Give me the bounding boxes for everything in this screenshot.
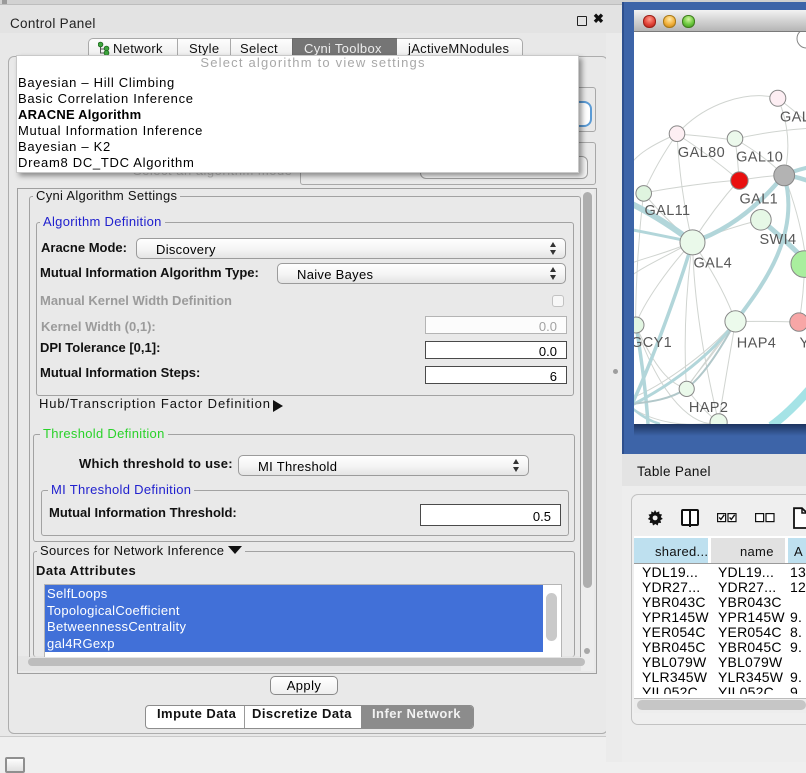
- svg-text:GAL7: GAL7: [780, 110, 806, 126]
- svg-text:GCY1: GCY1: [634, 335, 672, 351]
- svg-text:GAL1: GAL1: [739, 191, 778, 207]
- svg-text:GAL11: GAL11: [644, 203, 690, 219]
- svg-text:HAP2: HAP2: [689, 400, 728, 416]
- svg-text:Y: Y: [800, 336, 806, 352]
- svg-text:SWI4: SWI4: [759, 232, 796, 248]
- svg-text:GAL80: GAL80: [678, 145, 725, 161]
- svg-text:GAL10: GAL10: [736, 150, 783, 166]
- svg-text:HAP4: HAP4: [737, 336, 776, 352]
- svg-text:GAL4: GAL4: [693, 256, 732, 272]
